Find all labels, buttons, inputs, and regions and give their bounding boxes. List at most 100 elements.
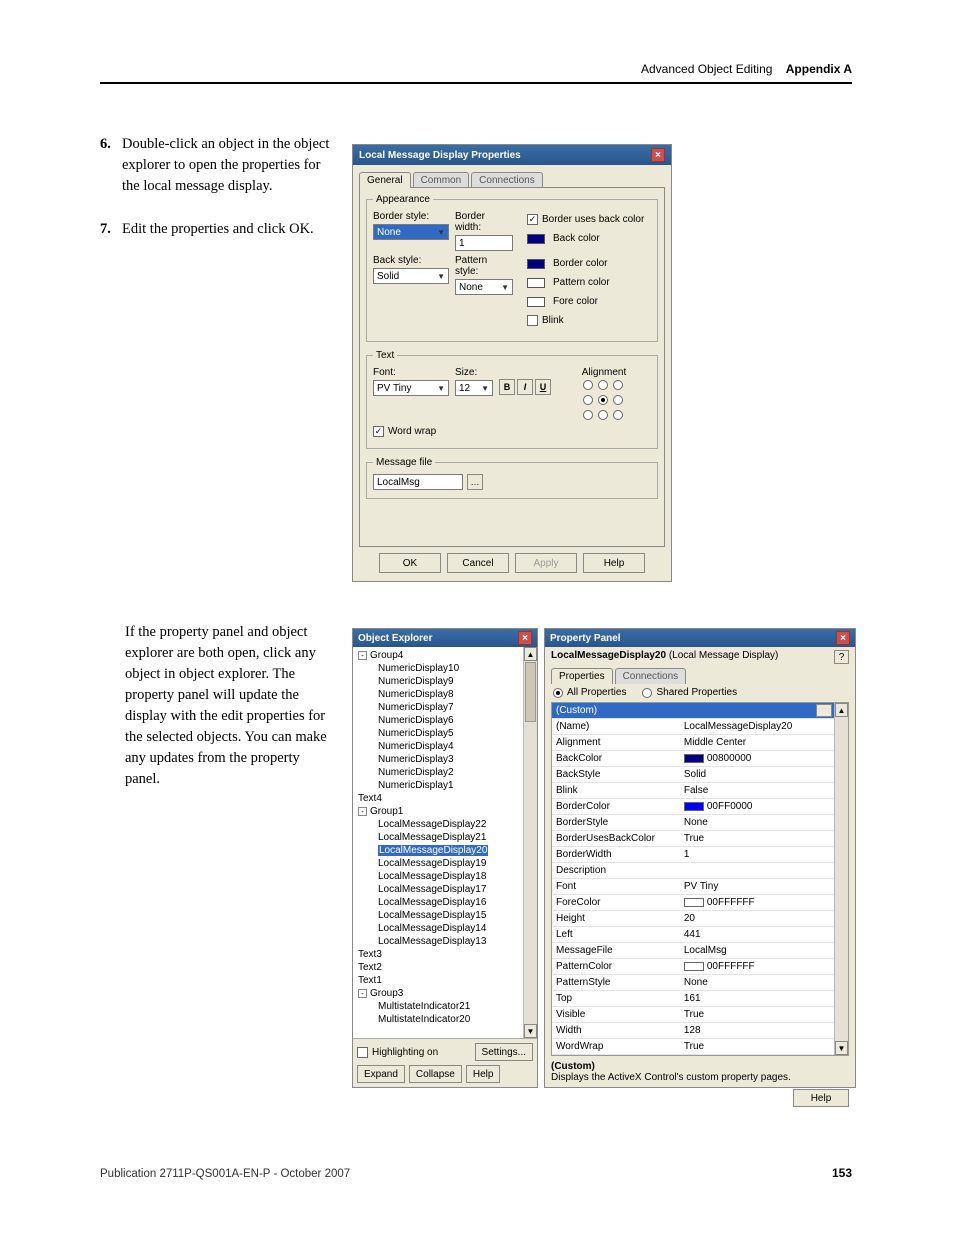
italic-button[interactable]: I	[517, 379, 533, 395]
tree-node[interactable]: LocalMessageDisplay18	[356, 870, 520, 883]
property-row[interactable]: (Name)LocalMessageDisplay20	[552, 719, 834, 735]
size-dropdown[interactable]: 12▼	[455, 380, 493, 396]
property-row[interactable]: BorderColor00FF0000	[552, 799, 834, 815]
help-button[interactable]: Help	[583, 553, 645, 573]
tree-node[interactable]: NumericDisplay4	[356, 740, 520, 753]
expand-button[interactable]: Expand	[357, 1065, 405, 1083]
property-row[interactable]: AlignmentMiddle Center	[552, 735, 834, 751]
close-icon[interactable]: ×	[836, 631, 850, 645]
close-icon[interactable]: ×	[518, 631, 532, 645]
help-button[interactable]: Help	[793, 1089, 849, 1107]
scrollbar[interactable]: ▲ ▼	[523, 647, 537, 1038]
border-style-dropdown[interactable]: None▼	[373, 224, 449, 240]
property-row[interactable]: MessageFileLocalMsg	[552, 943, 834, 959]
property-grid[interactable]: (Custom)…(Name)LocalMessageDisplay20Alig…	[551, 702, 849, 1056]
alignment-grid[interactable]	[583, 380, 625, 422]
tree-node[interactable]: NumericDisplay2	[356, 766, 520, 779]
property-row[interactable]: PatternStyleNone	[552, 975, 834, 991]
tree-node[interactable]: NumericDisplay6	[356, 714, 520, 727]
tree-node[interactable]: MultistateIndicator20	[356, 1013, 520, 1026]
tab-properties[interactable]: Properties	[551, 668, 613, 684]
border-width-input[interactable]: 1	[455, 235, 513, 251]
font-dropdown[interactable]: PV Tiny▼	[373, 380, 449, 396]
tree-node[interactable]: LocalMessageDisplay17	[356, 883, 520, 896]
word-wrap-checkbox[interactable]: ✓	[373, 426, 384, 437]
object-tree[interactable]: -Group4NumericDisplay10NumericDisplay9Nu…	[353, 647, 523, 1038]
property-row[interactable]: Description	[552, 863, 834, 879]
cancel-button[interactable]: Cancel	[447, 553, 509, 573]
tab-connections[interactable]: Connections	[471, 172, 543, 188]
tab-connections[interactable]: Connections	[615, 668, 687, 684]
settings-button[interactable]: Settings...	[475, 1043, 533, 1061]
tab-general[interactable]: General	[359, 172, 411, 188]
message-file-input[interactable]: LocalMsg	[373, 474, 463, 490]
blink-checkbox[interactable]	[527, 315, 538, 326]
tree-node[interactable]: NumericDisplay1	[356, 779, 520, 792]
border-color-swatch[interactable]	[527, 259, 545, 269]
dialog-titlebar[interactable]: Local Message Display Properties ×	[353, 145, 671, 165]
tree-node[interactable]: LocalMessageDisplay20	[356, 844, 520, 857]
tree-node[interactable]: NumericDisplay5	[356, 727, 520, 740]
tree-node[interactable]: NumericDisplay3	[356, 753, 520, 766]
scroll-down-icon[interactable]: ▼	[524, 1024, 537, 1038]
property-row[interactable]: Top161	[552, 991, 834, 1007]
help-button[interactable]: Help	[466, 1065, 501, 1083]
property-row[interactable]: BlinkFalse	[552, 783, 834, 799]
property-row[interactable]: BorderUsesBackColorTrue	[552, 831, 834, 847]
tree-node[interactable]: LocalMessageDisplay13	[356, 935, 520, 948]
pattern-style-dropdown[interactable]: None▼	[455, 279, 513, 295]
tree-node[interactable]: -Group3	[356, 987, 520, 1000]
tree-node[interactable]: Text1	[356, 974, 520, 987]
property-row[interactable]: Width128	[552, 1023, 834, 1039]
property-row[interactable]: BorderStyleNone	[552, 815, 834, 831]
tree-node[interactable]: Text3	[356, 948, 520, 961]
property-row[interactable]: FontPV Tiny	[552, 879, 834, 895]
collapse-button[interactable]: Collapse	[409, 1065, 462, 1083]
tree-node[interactable]: Text4	[356, 792, 520, 805]
tree-node[interactable]: LocalMessageDisplay16	[356, 896, 520, 909]
ok-button[interactable]: OK	[379, 553, 441, 573]
scroll-thumb[interactable]	[525, 662, 536, 722]
property-row[interactable]: (Custom)…	[552, 703, 834, 719]
bold-button[interactable]: B	[499, 379, 515, 395]
tree-node[interactable]: LocalMessageDisplay15	[356, 909, 520, 922]
tree-node[interactable]: LocalMessageDisplay14	[356, 922, 520, 935]
pattern-color-swatch[interactable]	[527, 278, 545, 288]
tree-node[interactable]: NumericDisplay8	[356, 688, 520, 701]
property-row[interactable]: VisibleTrue	[552, 1007, 834, 1023]
border-uses-back-checkbox[interactable]: ✓	[527, 214, 538, 225]
tree-node[interactable]: Text2	[356, 961, 520, 974]
context-help-button[interactable]: ?	[834, 650, 849, 664]
property-row[interactable]: BackStyleSolid	[552, 767, 834, 783]
property-panel-titlebar[interactable]: Property Panel ×	[545, 629, 855, 647]
property-row[interactable]: ForeColor00FFFFFF	[552, 895, 834, 911]
property-row[interactable]: BorderWidth1	[552, 847, 834, 863]
tree-node[interactable]: -Group1	[356, 805, 520, 818]
close-icon[interactable]: ×	[651, 148, 665, 162]
tree-node[interactable]: NumericDisplay10	[356, 662, 520, 675]
highlighting-checkbox[interactable]	[357, 1047, 368, 1058]
back-style-dropdown[interactable]: Solid▼	[373, 268, 449, 284]
scroll-up-icon[interactable]: ▲	[835, 703, 848, 717]
tree-node[interactable]: LocalMessageDisplay22	[356, 818, 520, 831]
property-row[interactable]: WordWrapTrue	[552, 1039, 834, 1055]
property-row[interactable]: Left441	[552, 927, 834, 943]
scroll-up-icon[interactable]: ▲	[524, 647, 537, 661]
tree-node[interactable]: LocalMessageDisplay19	[356, 857, 520, 870]
property-row[interactable]: BackColor00800000	[552, 751, 834, 767]
ellipsis-button[interactable]: …	[816, 704, 832, 717]
tree-node[interactable]: NumericDisplay7	[356, 701, 520, 714]
scroll-down-icon[interactable]: ▼	[835, 1041, 848, 1055]
tree-node[interactable]: NumericDisplay9	[356, 675, 520, 688]
apply-button[interactable]: Apply	[515, 553, 577, 573]
tree-node[interactable]: LocalMessageDisplay21	[356, 831, 520, 844]
scrollbar[interactable]: ▲ ▼	[834, 703, 848, 1055]
property-row[interactable]: PatternColor00FFFFFF	[552, 959, 834, 975]
tree-node[interactable]: MultistateIndicator21	[356, 1000, 520, 1013]
tab-common[interactable]: Common	[413, 172, 470, 188]
object-explorer-titlebar[interactable]: Object Explorer ×	[353, 629, 537, 647]
browse-button[interactable]: …	[467, 474, 483, 490]
shared-properties-radio[interactable]	[642, 688, 652, 698]
property-row[interactable]: Height20	[552, 911, 834, 927]
underline-button[interactable]: U	[535, 379, 551, 395]
